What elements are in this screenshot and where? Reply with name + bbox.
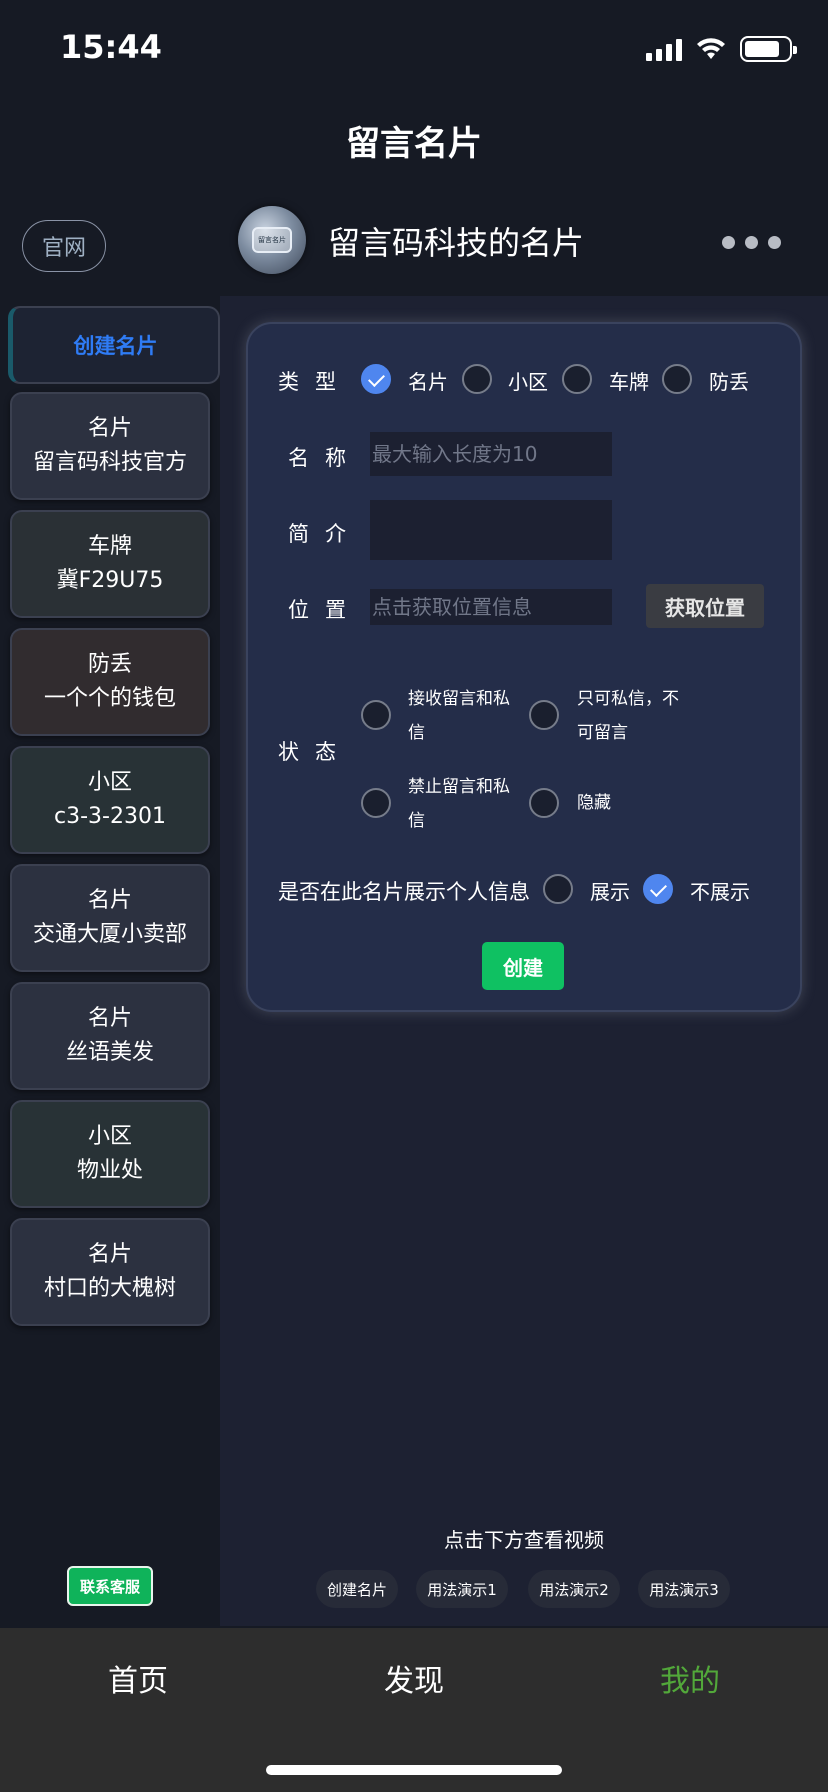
status-option-label: 接收留言和私 信 xyxy=(408,689,510,743)
video-tab-demo-1[interactable]: 用法演示1 xyxy=(416,1570,508,1608)
sidebar-card-name: 留言码科技官方 xyxy=(32,450,187,475)
location-label: 位置 xyxy=(288,598,362,622)
video-tab-demo-3[interactable]: 用法演示3 xyxy=(638,1570,730,1608)
intro-label: 简介 xyxy=(288,522,362,546)
sidebar-card[interactable]: 防丢 一个个的钱包 xyxy=(10,628,210,736)
status-icons xyxy=(646,36,797,62)
name-input[interactable] xyxy=(370,432,612,476)
show-info-label: 是否在此名片展示个人信息 xyxy=(278,880,530,904)
signal-icon xyxy=(646,37,682,61)
get-location-button[interactable]: 获取位置 xyxy=(646,584,764,628)
type-radio-lost[interactable] xyxy=(662,364,692,394)
sidebar-card-name: c3-3-2301 xyxy=(54,804,166,829)
sidebar-card-type: 防丢 xyxy=(87,652,132,677)
wifi-icon xyxy=(697,38,725,59)
sidebar-item-create[interactable]: 创建名片 xyxy=(8,306,220,384)
more-dot-icon xyxy=(745,236,758,249)
sidebar-card-name: 交通大厦小卖部 xyxy=(32,922,187,947)
contact-support-button[interactable]: 联系客服 xyxy=(67,1566,153,1606)
status-bar: 15:44 xyxy=(0,0,828,100)
sidebar: 创建名片 名片 留言码科技官方 车牌 冀F29U75 防丢 一个个的钱包 小区 … xyxy=(0,296,220,1626)
official-site-button[interactable]: 官网 xyxy=(22,220,106,272)
avatar: 留言名片 xyxy=(238,206,306,274)
sidebar-card-name: 一个个的钱包 xyxy=(43,686,176,711)
tab-mine[interactable]: 我的 xyxy=(610,1656,770,1700)
status-radio-disable-all[interactable] xyxy=(361,788,391,818)
status-radio-hidden[interactable] xyxy=(529,788,559,818)
sidebar-card-type: 名片 xyxy=(87,1242,132,1267)
sidebar-card-name: 村口的大槐树 xyxy=(43,1276,176,1301)
sidebar-card[interactable]: 名片 丝语美发 xyxy=(10,982,210,1090)
show-info-option-label: 不展示 xyxy=(690,880,750,904)
type-option-label: 名片 xyxy=(408,370,448,394)
type-option-label: 车牌 xyxy=(609,370,649,394)
create-button[interactable]: 创建 xyxy=(482,942,564,990)
more-dot-icon xyxy=(722,236,735,249)
page-title: 留言名片 xyxy=(346,124,482,164)
card-owner-title: 留言码科技的名片 xyxy=(328,224,585,262)
more-options-button[interactable] xyxy=(722,236,781,249)
status-option-label: 只可私信，不 可留言 xyxy=(577,689,679,743)
show-info-radio-hide[interactable] xyxy=(643,874,673,904)
sidebar-card-type: 车牌 xyxy=(87,534,132,559)
sidebar-card[interactable]: 名片 交通大厦小卖部 xyxy=(10,864,210,972)
sidebar-card[interactable]: 小区 c3-3-2301 xyxy=(10,746,210,854)
home-indicator xyxy=(266,1765,562,1775)
sidebar-card-type: 小区 xyxy=(87,770,132,795)
status-label: 状态 xyxy=(278,740,352,764)
location-input[interactable] xyxy=(370,589,612,625)
type-option-label: 防丢 xyxy=(709,370,749,394)
sidebar-card-name: 物业处 xyxy=(76,1158,143,1183)
name-label: 名称 xyxy=(288,446,362,470)
status-radio-allow-all[interactable] xyxy=(361,700,391,730)
create-card-form xyxy=(246,322,802,1012)
type-radio-plate[interactable] xyxy=(562,364,592,394)
sidebar-card-type: 名片 xyxy=(87,416,132,441)
video-tab-demo-2[interactable]: 用法演示2 xyxy=(528,1570,620,1608)
sidebar-card-name: 冀F29U75 xyxy=(56,568,164,593)
sidebar-card-type: 小区 xyxy=(87,1124,132,1149)
avatar-logo-text: 留言名片 xyxy=(252,227,292,253)
tab-discover[interactable]: 发现 xyxy=(334,1656,494,1700)
sidebar-card-type: 名片 xyxy=(87,1006,132,1031)
type-label: 类型 xyxy=(278,370,352,394)
status-time: 15:44 xyxy=(60,28,162,66)
video-hint: 点击下方查看视频 xyxy=(444,1528,604,1552)
intro-textarea[interactable] xyxy=(370,500,612,560)
sidebar-card-name: 丝语美发 xyxy=(65,1040,154,1065)
show-info-radio-show[interactable] xyxy=(543,874,573,904)
sidebar-card[interactable]: 名片 留言码科技官方 xyxy=(10,392,210,500)
sidebar-card[interactable]: 名片 村口的大槐树 xyxy=(10,1218,210,1326)
status-radio-private-only[interactable] xyxy=(529,700,559,730)
type-radio-card[interactable] xyxy=(361,364,391,394)
more-dot-icon xyxy=(768,236,781,249)
show-info-option-label: 展示 xyxy=(590,880,630,904)
sidebar-card[interactable]: 车牌 冀F29U75 xyxy=(10,510,210,618)
video-tab-create[interactable]: 创建名片 xyxy=(316,1570,398,1608)
bottom-tab-bar: 首页 发现 我的 xyxy=(0,1628,828,1792)
type-option-label: 小区 xyxy=(508,370,548,394)
tab-home[interactable]: 首页 xyxy=(58,1656,218,1700)
status-option-label: 隐藏 xyxy=(577,793,611,813)
status-option-label: 禁止留言和私 信 xyxy=(408,777,510,831)
sidebar-card-type: 名片 xyxy=(87,888,132,913)
type-radio-community[interactable] xyxy=(462,364,492,394)
battery-icon xyxy=(740,36,797,62)
sidebar-card[interactable]: 小区 物业处 xyxy=(10,1100,210,1208)
